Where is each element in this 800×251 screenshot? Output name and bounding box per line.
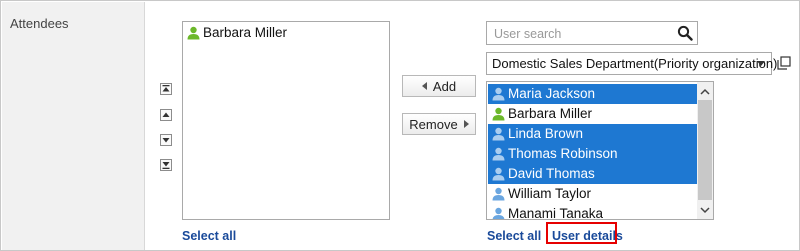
field-label-column: Attendees [2,2,145,250]
select-all-selected-link[interactable]: Select all [182,229,236,243]
list-item-label: Linda Brown [508,126,584,141]
remove-button-label: Remove [409,116,458,132]
scrollbar-thumb[interactable] [698,100,712,200]
list-item[interactable]: Maria Jackson [488,84,697,104]
list-item-label: Manami Tanaka [508,206,604,220]
list-item[interactable]: Linda Brown [488,124,697,144]
list-item[interactable]: Barbara Miller [488,104,697,124]
attendees-field: Attendees Barbara Miller Select all Add … [0,0,800,251]
user-search-box[interactable] [486,21,698,45]
list-item[interactable]: Barbara Miller [183,23,389,43]
move-up-button[interactable] [160,109,172,121]
add-button[interactable]: Add [402,75,476,97]
list-item-label: William Taylor [508,186,592,201]
move-bottom-icon [162,162,170,169]
list-item[interactable]: Thomas Robinson [488,144,697,164]
user-green-icon [187,26,200,40]
remove-button[interactable]: Remove [402,113,476,135]
chevron-up-icon[interactable] [700,87,710,97]
arrow-right-icon [463,120,469,128]
select-all-candidates-link[interactable]: Select all [487,229,541,243]
list-item-label: Barbara Miller [203,25,288,40]
user-blue-icon [492,167,505,181]
search-icon[interactable] [677,25,693,41]
list-item-label: Thomas Robinson [508,146,618,161]
highlight-box [546,222,617,244]
popup-window-icon[interactable] [777,56,791,70]
list-item[interactable]: Manami Tanaka [488,204,697,220]
arrow-left-icon [421,82,427,90]
chevron-down-icon [757,61,765,66]
move-top-icon [162,85,170,92]
user-blue-icon [492,207,505,219]
list-item[interactable]: William Taylor [488,184,697,204]
list-scrollbar[interactable] [697,82,713,219]
move-down-icon [162,138,170,143]
organization-select-value: Domestic Sales Department(Priority organ… [492,56,778,71]
list-item[interactable]: David Thomas [488,164,697,184]
user-blue-icon [492,187,505,201]
candidate-users-list[interactable]: Maria Jackson Barbara Miller Linda Brown… [486,81,714,220]
list-item-label: Barbara Miller [508,106,593,121]
move-up-icon [162,112,170,117]
list-item-label: David Thomas [508,166,595,181]
field-label: Attendees [10,16,69,31]
add-button-label: Add [432,78,457,94]
user-blue-icon [492,127,505,141]
user-blue-icon [492,147,505,161]
move-down-button[interactable] [160,134,172,146]
user-blue-icon [492,87,505,101]
move-top-button[interactable] [160,83,172,95]
user-search-input[interactable] [492,25,676,43]
list-item-label: Maria Jackson [508,86,596,101]
user-green-icon [492,107,505,121]
selected-attendees-list[interactable]: Barbara Miller [182,21,390,220]
move-bottom-button[interactable] [160,159,172,171]
organization-select[interactable]: Domestic Sales Department(Priority organ… [486,52,777,75]
chevron-down-icon[interactable] [700,205,710,215]
